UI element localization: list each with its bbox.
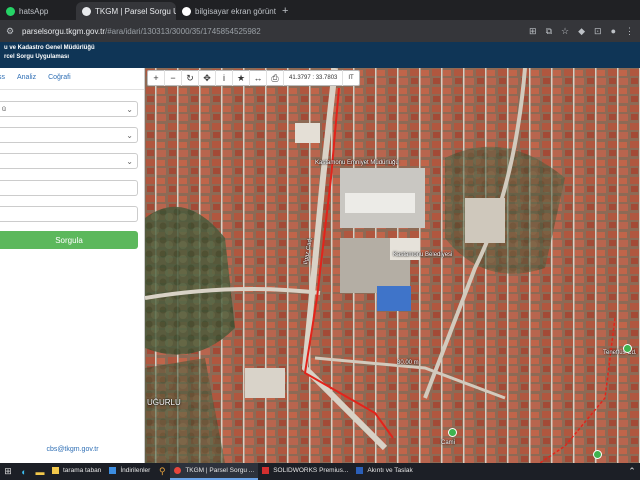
chevron-down-icon: ⌄: [126, 104, 133, 114]
tab-label: bilgisayar ekran görüntüs: [195, 6, 276, 16]
tab-whatsapp[interactable]: hatsApp: [0, 2, 76, 20]
taskbar-label: TKGM | Parsel Sorgu ...: [185, 467, 255, 474]
map-poi-marker[interactable]: [623, 344, 632, 353]
new-tab-button[interactable]: +: [276, 2, 294, 20]
tab-label: hatsApp: [19, 6, 49, 16]
taskbar-label: Akıntı ve Taslak: [367, 467, 413, 474]
tab-google[interactable]: bilgisayar ekran görüntüs ✕: [176, 2, 276, 20]
search-icon[interactable]: ⚲: [154, 463, 170, 480]
url-path: /#ara/idari/130313/3000/35/1745854525982: [105, 26, 261, 36]
neighborhood-select[interactable]: ⌄: [0, 153, 138, 169]
taskbar-label: İndirilenler: [120, 467, 151, 474]
location-pin-icon: [82, 6, 91, 16]
district-select[interactable]: ⌄: [0, 127, 138, 143]
browser-toolbar: ⊞ ⧉ ☆ ◆ ⊡ ● ⋮: [529, 26, 634, 37]
map-label-emniyet: Kastamonu Emniyet Müdürlüğü: [315, 160, 399, 166]
windows-start-icon[interactable]: ⊞: [0, 463, 16, 480]
map-label-teneffus: Teneffüs Cd.: [603, 350, 637, 356]
edge-icon[interactable]: ◐: [16, 463, 32, 480]
chrome-icon: [174, 467, 182, 474]
chevron-down-icon: ⌄: [126, 156, 133, 166]
map-toolbar: + − ↻ ✥ i ★ ↔ ⎙ 41.3797 : 33.7803 IT: [147, 70, 360, 86]
parcel-input[interactable]: [0, 206, 138, 222]
pan-icon[interactable]: ✥: [199, 70, 216, 86]
coordinate-readout: 41.3797 : 33.7803: [284, 70, 344, 86]
measure-icon[interactable]: ↔: [250, 70, 267, 86]
satellite-imagery: [145, 68, 640, 463]
extensions-icon[interactable]: ⊡: [594, 26, 602, 37]
block-input[interactable]: [0, 180, 138, 196]
taskbar-label: SOLIDWORKS Premius...: [273, 467, 349, 474]
map-label-ugurlu: UĞURLU: [147, 398, 181, 407]
panel-tabs: ss Analiz Coğrafi: [0, 68, 144, 90]
taskbar-item-chrome[interactable]: TKGM | Parsel Sorgu ...: [170, 463, 259, 480]
translate-icon[interactable]: ⊞: [529, 26, 537, 37]
solidworks-icon: [262, 467, 270, 474]
url-input[interactable]: parselsorgu.tkgm.gov.tr/#ara/idari/13031…: [22, 27, 529, 36]
map-label-scale: 30.00 m: [397, 360, 419, 366]
province-select[interactable]: ü ⌄: [0, 101, 138, 117]
taskbar-item-solidworks[interactable]: SOLIDWORKS Premius...: [258, 463, 352, 480]
language-button[interactable]: IT: [343, 70, 358, 86]
site-info-icon[interactable]: ⚙: [6, 26, 16, 36]
folder-icon: [52, 467, 59, 474]
download-icon: [109, 467, 117, 474]
profile-icon[interactable]: ●: [611, 26, 616, 37]
word-icon: [356, 467, 364, 474]
taskbar-item-tarama[interactable]: tarama taban: [48, 463, 105, 480]
tab-idari[interactable]: ss: [0, 74, 5, 89]
map-label-belediye: Kastamonu Belediyesi: [393, 252, 453, 258]
chevron-down-icon: ⌄: [126, 130, 133, 140]
browser-tab-strip: hatsApp TKGM | Parsel Sorgu Uy... ✕ bilg…: [0, 0, 640, 20]
address-bar: ⚙ parselsorgu.tkgm.gov.tr/#ara/idari/130…: [0, 20, 640, 42]
explorer-icon[interactable]: ▬: [32, 463, 48, 480]
google-icon: [182, 6, 191, 16]
map-view[interactable]: + − ↻ ✥ i ★ ↔ ⎙ 41.3797 : 33.7803 IT Kas…: [145, 68, 640, 463]
app-title-line1: u ve Kadastro Genel Müdürlüğü: [4, 45, 95, 51]
star-icon[interactable]: ☆: [561, 26, 569, 37]
menu-icon[interactable]: ⋮: [625, 26, 634, 37]
query-button[interactable]: Sorgula: [0, 231, 138, 249]
zoom-out-icon[interactable]: −: [165, 70, 182, 86]
whatsapp-icon: [6, 6, 15, 16]
info-icon[interactable]: i: [216, 70, 233, 86]
map-label-cami: Cami: [441, 440, 456, 446]
tab-analiz[interactable]: Analiz: [17, 74, 36, 89]
taskbar-item-indirilenler[interactable]: İndirilenler: [105, 463, 154, 480]
map-poi-marker[interactable]: [448, 428, 457, 437]
favorite-icon[interactable]: ★: [233, 70, 250, 86]
tab-label: TKGM | Parsel Sorgu Uy...: [95, 6, 176, 16]
taskbar-label: tarama taban: [63, 467, 102, 474]
app-title-line2: rcel Sorgu Uygulaması: [4, 54, 70, 60]
map-poi-marker[interactable]: [593, 450, 602, 459]
refresh-icon[interactable]: ↻: [182, 70, 199, 86]
taskbar: ⊞ ◐ ▬ tarama taban İndirilenler ⚲ TKGM |…: [0, 463, 640, 480]
zoom-in-icon[interactable]: +: [148, 70, 165, 86]
system-tray-icon[interactable]: ⌃: [624, 463, 640, 480]
contact-email-link[interactable]: cbs@tkgm.gov.tr: [0, 446, 145, 453]
print-icon[interactable]: ⎙: [267, 70, 284, 86]
url-host: parselsorgu.tkgm.gov.tr: [22, 26, 105, 36]
app-header: u ve Kadastro Genel Müdürlüğü rcel Sorgu…: [0, 42, 640, 68]
screenshot-icon[interactable]: ⧉: [546, 26, 552, 37]
tab-tkgm[interactable]: TKGM | Parsel Sorgu Uy... ✕: [76, 2, 176, 20]
shield-icon[interactable]: ◆: [578, 26, 585, 37]
taskbar-item-word[interactable]: Akıntı ve Taslak: [352, 463, 416, 480]
tab-cografi[interactable]: Coğrafi: [48, 74, 71, 89]
province-value: ü: [2, 105, 6, 113]
search-panel: ss Analiz Coğrafi ü ⌄ ⌄ ⌄ Sorgula cbs@tk…: [0, 68, 145, 463]
